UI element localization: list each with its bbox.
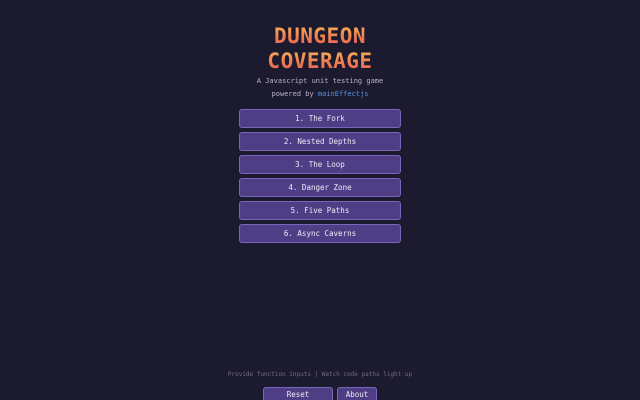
level-button-1[interactable]: 1. The Fork (239, 109, 401, 128)
level-button-6[interactable]: 6. Async Caverns (239, 224, 401, 243)
footer-actions: Reset Progress About (0, 387, 640, 400)
powered-by-prefix: powered by (271, 90, 318, 98)
level-button-3[interactable]: 3. The Loop (239, 155, 401, 174)
level-list: 1. The Fork 2. Nested Depths 3. The Loop… (239, 109, 401, 247)
game-title-line-1: DUNGEON (0, 24, 640, 48)
powered-by-line: powered by mainEffectjs (0, 89, 640, 99)
game-subtitle: A Javascript unit testing game (256, 77, 384, 85)
level-button-4[interactable]: 4. Danger Zone (239, 178, 401, 197)
level-button-2[interactable]: 2. Nested Depths (239, 132, 401, 151)
level-button-5[interactable]: 5. Five Paths (239, 201, 401, 220)
about-button[interactable]: About (337, 387, 377, 400)
powered-by-link[interactable]: mainEffectjs (318, 90, 369, 98)
game-title-line-2: COVERAGE (0, 49, 640, 73)
reset-progress-button[interactable]: Reset Progress (263, 387, 333, 400)
instructions-hint: Provide function inputs | Watch code pat… (227, 371, 413, 378)
game-screen: DUNGEON COVERAGE A Javascript unit testi… (0, 0, 640, 400)
